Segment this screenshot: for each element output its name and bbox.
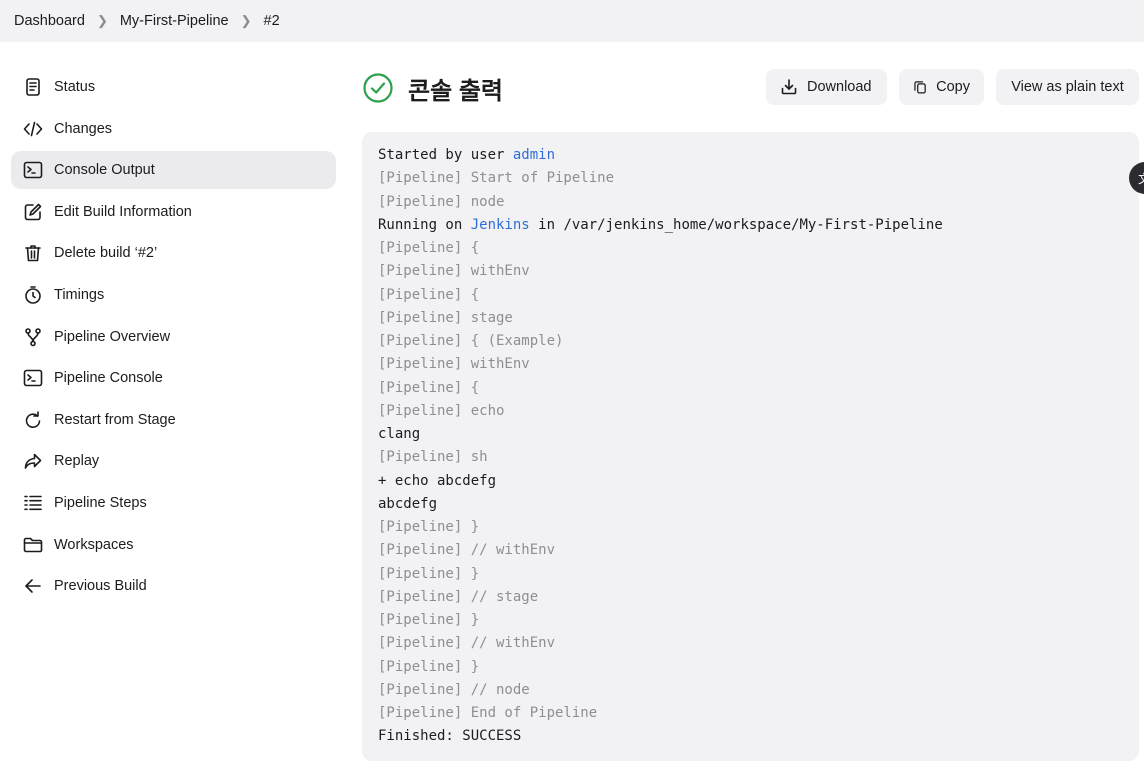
- replay-icon: [22, 450, 44, 472]
- console-line: [Pipeline] }: [378, 565, 480, 582]
- console-line: [Pipeline] End of Pipeline: [378, 705, 598, 721]
- sidebar-item-restart-from-stage[interactable]: Restart from Stage: [11, 401, 336, 439]
- view-plain-text-button[interactable]: View as plain text: [996, 69, 1139, 105]
- branch-icon: [22, 326, 44, 348]
- sidebar-item-pipeline-steps[interactable]: Pipeline Steps: [11, 484, 336, 522]
- console-line: [Pipeline] }: [378, 658, 480, 675]
- console-line: [Pipeline] }: [378, 519, 480, 535]
- sidebar-item-label: Edit Build Information: [54, 203, 192, 220]
- console-line-text: in /var/jenkins_home/workspace/My-First-…: [529, 216, 943, 233]
- console-line: [Pipeline] Start of Pipeline: [378, 170, 615, 187]
- console-line: [Pipeline] { (Example): [378, 333, 564, 349]
- sidebar-item-workspaces[interactable]: Workspaces: [11, 526, 336, 564]
- sidebar: Status Changes Console Output Edit Build…: [11, 68, 336, 609]
- console-line: [Pipeline] withEnv: [378, 356, 530, 373]
- sidebar-item-label: Previous Build: [54, 578, 147, 595]
- console-line: Started by user admin: [378, 144, 1123, 167]
- breadcrumb-my-first-pipeline[interactable]: My-First-Pipeline: [120, 13, 229, 29]
- breadcrumb-build-2[interactable]: #2: [264, 13, 280, 29]
- console-line: [Pipeline] // node: [378, 681, 530, 698]
- document-icon: [22, 76, 44, 98]
- console-line: [Pipeline] echo: [378, 402, 505, 419]
- sidebar-item-label: Timings: [54, 286, 105, 303]
- copy-button[interactable]: Copy: [899, 69, 984, 105]
- console-line: [Pipeline] withEnv: [378, 263, 530, 280]
- sidebar-item-label: Changes: [54, 120, 113, 137]
- console-line-text: Running on: [378, 216, 471, 233]
- sidebar-item-label: Status: [54, 79, 96, 95]
- sidebar-item-status[interactable]: Status: [11, 68, 336, 106]
- success-check-icon: [363, 73, 393, 103]
- sidebar-item-label: Pipeline Overview: [54, 328, 171, 345]
- folder-icon: [22, 534, 44, 556]
- download-button[interactable]: Download: [766, 69, 887, 105]
- code-icon: [22, 118, 44, 140]
- list-icon: [22, 492, 44, 514]
- chevron-right-icon: ❯: [240, 13, 252, 28]
- console-line: [Pipeline] {: [378, 286, 480, 303]
- breadcrumb-dashboard[interactable]: Dashboard: [14, 13, 85, 29]
- sidebar-item-label: Workspaces: [54, 536, 134, 553]
- sidebar-item-label: Restart from Stage: [54, 411, 176, 428]
- console-line: [Pipeline] {: [378, 240, 480, 256]
- console-link[interactable]: Jenkins: [471, 217, 530, 233]
- terminal-icon: [22, 367, 44, 389]
- console-line: [Pipeline] // withEnv: [378, 635, 556, 652]
- console-line: abcdefg: [378, 495, 438, 512]
- terminal-icon: [22, 159, 44, 181]
- sidebar-item-replay[interactable]: Replay: [11, 442, 336, 480]
- copy-label: Copy: [936, 79, 970, 95]
- view-plain-text-label: View as plain text: [1011, 79, 1124, 95]
- console-line: [Pipeline] node: [378, 193, 505, 210]
- console-line: Finished: SUCCESS: [378, 728, 522, 745]
- console-line: + echo abcdefg: [378, 472, 497, 489]
- console-link[interactable]: admin: [513, 147, 555, 163]
- edit-icon: [22, 201, 44, 223]
- sidebar-item-label: Pipeline Steps: [54, 494, 147, 511]
- sidebar-item-pipeline-console[interactable]: Pipeline Console: [11, 359, 336, 397]
- sidebar-item-console-output[interactable]: Console Output: [11, 151, 336, 190]
- sidebar-item-label: Console Output: [54, 162, 155, 179]
- restart-icon: [22, 409, 44, 431]
- sidebar-item-pipeline-overview[interactable]: Pipeline Overview: [11, 318, 336, 356]
- console-line: [Pipeline] // withEnv: [378, 542, 556, 559]
- copy-icon: [914, 81, 926, 94]
- console-line: [Pipeline] // stage: [378, 588, 539, 605]
- console-output: Started by user admin [Pipeline] Start of…: [362, 132, 1139, 761]
- console-line: [Pipeline] sh: [378, 449, 488, 466]
- download-icon: [781, 79, 797, 95]
- console-line: [Pipeline] {: [378, 379, 480, 396]
- sidebar-item-previous-build[interactable]: Previous Build: [11, 567, 336, 605]
- console-line: [Pipeline] }: [378, 612, 480, 628]
- sidebar-item-changes[interactable]: Changes: [11, 110, 336, 148]
- trash-icon: [22, 242, 44, 264]
- sidebar-item-edit-build-information[interactable]: Edit Build Information: [11, 193, 336, 231]
- console-line: clang: [378, 426, 421, 442]
- download-label: Download: [807, 79, 872, 95]
- page-title: 콘솔 출력: [408, 77, 503, 105]
- sidebar-item-label: Delete build ‘#2’: [54, 245, 158, 262]
- breadcrumb: Dashboard ❯ My-First-Pipeline ❯ #2: [0, 0, 1144, 42]
- console-line: Running on Jenkins in /var/jenkins_home/…: [378, 214, 1123, 237]
- chevron-right-icon: ❯: [96, 13, 108, 28]
- sidebar-item-delete-build[interactable]: Delete build ‘#2’: [11, 234, 336, 272]
- console-line-text: Started by user: [378, 147, 513, 163]
- sidebar-item-label: Pipeline Console: [54, 370, 163, 387]
- translate-icon: 文: [1138, 170, 1144, 187]
- sidebar-item-label: Replay: [54, 453, 100, 470]
- arrow-left-icon: [22, 575, 44, 597]
- stopwatch-icon: [22, 284, 44, 306]
- sidebar-item-timings[interactable]: Timings: [11, 276, 336, 314]
- console-line: [Pipeline] stage: [378, 309, 513, 326]
